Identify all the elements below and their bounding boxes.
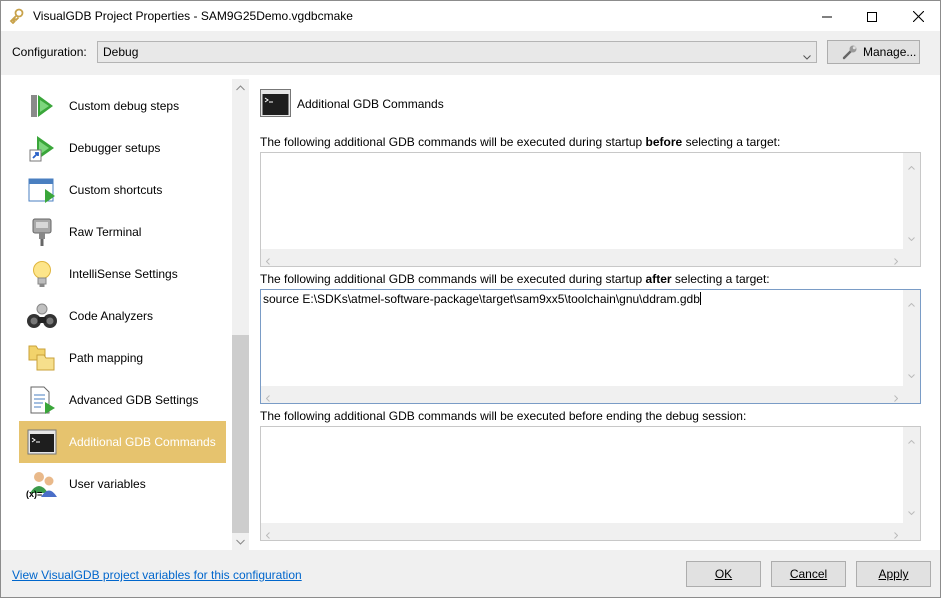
sidebar-item-additional-gdb-commands[interactable]: Additional GDB Commands	[19, 421, 226, 463]
scroll-up-icon[interactable]	[908, 159, 915, 173]
sidebar-scroll-thumb[interactable]	[232, 335, 249, 533]
text-caret	[699, 292, 701, 305]
user-variables-icon: (x)=	[25, 467, 59, 501]
document-arrow-icon	[25, 383, 59, 417]
manage-button[interactable]: Manage...	[827, 40, 920, 64]
minimize-button[interactable]	[804, 1, 850, 32]
end-commands-textarea[interactable]	[260, 426, 921, 541]
scroll-up-icon[interactable]	[232, 79, 249, 96]
dialog-footer: View VisualGDB project variables for thi…	[0, 550, 941, 598]
sidebar: Custom debug steps Debugger setups Custo…	[1, 75, 231, 550]
after-commands-textarea[interactable]: source E:\SDKs\atmel-software-package\ta…	[260, 289, 921, 404]
folders-icon	[25, 341, 59, 375]
lightbulb-icon	[25, 257, 59, 291]
maximize-button[interactable]	[849, 1, 895, 32]
ok-button[interactable]: OK	[686, 561, 761, 587]
configuration-label: Configuration:	[12, 45, 87, 59]
after-commands-label: The following additional GDB commands wi…	[260, 272, 770, 286]
maximize-icon	[867, 11, 877, 22]
title-bar: VisualGDB Project Properties - SAM9G25De…	[0, 0, 941, 31]
cancel-button[interactable]: Cancel	[771, 561, 846, 587]
sidebar-item-custom-shortcuts[interactable]: Custom shortcuts	[19, 169, 226, 211]
debug-steps-icon	[25, 89, 59, 123]
apply-button[interactable]: Apply	[856, 561, 931, 587]
configuration-bar: Configuration: Debug Manage...	[0, 31, 941, 75]
page-title: Additional GDB Commands	[297, 97, 444, 111]
svg-text:(x)=: (x)=	[26, 489, 42, 499]
textarea-horizontal-scrollbar[interactable]	[261, 249, 903, 266]
scroll-corner	[903, 386, 920, 403]
sidebar-item-path-mapping[interactable]: Path mapping	[19, 337, 226, 379]
sidebar-item-custom-debug-steps[interactable]: Custom debug steps	[19, 85, 226, 127]
console-icon	[260, 89, 291, 117]
scroll-left-icon[interactable]	[265, 528, 270, 542]
main-area: Custom debug steps Debugger setups Custo…	[0, 75, 941, 550]
sidebar-item-user-variables[interactable]: (x)= User variables	[19, 463, 226, 505]
scroll-down-icon[interactable]	[908, 230, 915, 244]
scroll-down-icon[interactable]	[232, 533, 249, 550]
scroll-up-icon[interactable]	[908, 433, 915, 447]
wrench-icon	[842, 45, 857, 60]
scroll-down-icon[interactable]	[908, 504, 915, 518]
project-variables-link[interactable]: View VisualGDB project variables for thi…	[12, 568, 302, 582]
sidebar-item-intellisense-settings[interactable]: IntelliSense Settings	[19, 253, 226, 295]
sidebar-item-advanced-gdb-settings[interactable]: Advanced GDB Settings	[19, 379, 226, 421]
shortcuts-icon	[25, 173, 59, 207]
window-title: VisualGDB Project Properties - SAM9G25De…	[33, 9, 353, 23]
console-icon	[25, 425, 59, 459]
binoculars-icon	[25, 299, 59, 333]
content-panel: Additional GDB Commands The following ad…	[260, 75, 935, 550]
scroll-corner	[903, 523, 920, 540]
manage-button-label: Manage...	[863, 45, 917, 59]
sidebar-item-code-analyzers[interactable]: Code Analyzers	[19, 295, 226, 337]
scroll-right-icon[interactable]	[894, 254, 899, 268]
sidebar-item-debugger-setups[interactable]: Debugger setups	[19, 127, 226, 169]
scroll-corner	[903, 249, 920, 266]
sidebar-item-raw-terminal[interactable]: Raw Terminal	[19, 211, 226, 253]
debugger-setups-icon	[25, 131, 59, 165]
sidebar-scrollbar[interactable]	[232, 79, 249, 550]
textarea-horizontal-scrollbar[interactable]	[261, 523, 903, 540]
before-commands-label: The following additional GDB commands wi…	[260, 135, 781, 149]
visualgdb-app-icon	[9, 8, 25, 25]
scroll-up-icon[interactable]	[908, 296, 915, 310]
scroll-down-icon[interactable]	[908, 367, 915, 381]
chevron-down-icon	[803, 49, 811, 63]
configuration-select[interactable]: Debug	[97, 41, 817, 63]
textarea-horizontal-scrollbar[interactable]	[261, 386, 903, 403]
serial-cable-icon	[25, 215, 59, 249]
scroll-right-icon[interactable]	[894, 391, 899, 405]
scroll-left-icon[interactable]	[265, 254, 270, 268]
end-commands-label: The following additional GDB commands wi…	[260, 409, 747, 423]
configuration-value: Debug	[103, 45, 139, 59]
close-icon	[912, 11, 924, 22]
close-button[interactable]	[895, 1, 941, 32]
scroll-right-icon[interactable]	[894, 528, 899, 542]
before-commands-textarea[interactable]	[260, 152, 921, 267]
scroll-left-icon[interactable]	[265, 391, 270, 405]
minimize-icon	[822, 16, 832, 17]
